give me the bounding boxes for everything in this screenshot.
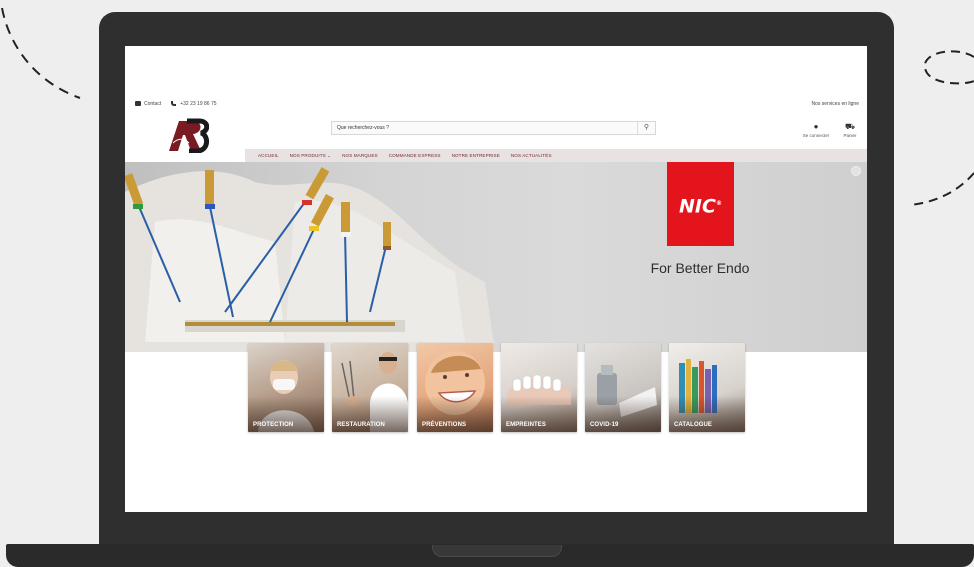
laptop-notch — [432, 545, 562, 557]
phone-number: +32 23 19 86 75 — [180, 101, 217, 107]
decorative-dashed-arc-right — [909, 50, 974, 206]
phone-link[interactable]: +32 23 19 86 75 — [171, 101, 217, 107]
contact-link[interactable]: Contact — [135, 101, 161, 107]
slider-control-icon[interactable] — [851, 166, 861, 176]
nic-brand-text: NIC — [679, 195, 716, 218]
category-label: COVID-19 — [590, 422, 619, 428]
search-input[interactable]: Que recherchez-vous ? — [337, 125, 389, 131]
category-tile-covid-19[interactable]: COVID-19 — [585, 343, 661, 432]
hero-banner[interactable]: NIC® For Better Endo — [125, 162, 867, 352]
category-tile-catalogue[interactable]: CATALOGUE — [669, 343, 745, 432]
nic-brand-logo: NIC® — [667, 162, 734, 246]
online-services-link[interactable]: Nos services en ligne — [811, 101, 859, 107]
cart-button[interactable]: ⛟ Panier — [837, 122, 863, 138]
account-label: Se connecter — [802, 133, 830, 138]
cart-label: Panier — [843, 133, 857, 138]
search-icon: ⚲ — [643, 124, 650, 131]
nav-item-nos-produits[interactable]: NOS PRODUITS ⌄ — [290, 153, 332, 159]
category-tile-empreintes[interactable]: EMPREINTES — [501, 343, 577, 432]
search-bar[interactable]: Que recherchez-vous ? ⚲ — [331, 121, 656, 135]
category-label: EMPREINTES — [506, 422, 547, 428]
category-tile-preventions[interactable]: PRÉVENTIONS — [417, 343, 493, 432]
contact-label: Contact — [144, 101, 162, 107]
website-screen: Contact +32 23 19 86 75 Nos services en … — [125, 46, 867, 512]
account-button[interactable]: ● Se connecter — [799, 122, 833, 138]
top-bar: Contact +32 23 19 86 75 Nos services en … — [125, 99, 867, 109]
category-label: PRÉVENTIONS — [422, 422, 467, 428]
nav-item-commande-express[interactable]: COMMANDE EXPRESS — [389, 153, 441, 159]
endo-files-image — [125, 167, 495, 352]
category-label: PROTECTION — [253, 422, 294, 428]
main-nav: ACCUEIL NOS PRODUITS ⌄ NOS MARQUES COMMA… — [245, 149, 867, 162]
site-logo[interactable] — [165, 117, 209, 153]
nav-item-notre-entreprise[interactable]: NOTRE ENTREPRISE — [452, 153, 500, 159]
user-icon: ● — [813, 122, 819, 131]
mail-icon — [135, 101, 141, 107]
hero-tagline: For Better Endo — [650, 260, 750, 276]
nav-item-nos-marques[interactable]: NOS MARQUES — [342, 153, 378, 159]
cart-icon: ⛟ — [844, 122, 856, 131]
category-label: CATALOGUE — [674, 422, 713, 428]
nav-item-accueil[interactable]: ACCUEIL — [258, 153, 279, 159]
decorative-dashed-arc-left — [1, 7, 81, 99]
category-tile-restauration[interactable]: RESTAURATION — [332, 343, 408, 432]
nav-item-nos-actualites[interactable]: NOS ACTUALITÉS — [511, 153, 552, 159]
category-tile-protection[interactable]: PROTECTION — [248, 343, 324, 432]
category-label: RESTAURATION — [337, 422, 385, 428]
phone-icon — [171, 101, 177, 107]
search-button[interactable]: ⚲ — [637, 122, 655, 134]
